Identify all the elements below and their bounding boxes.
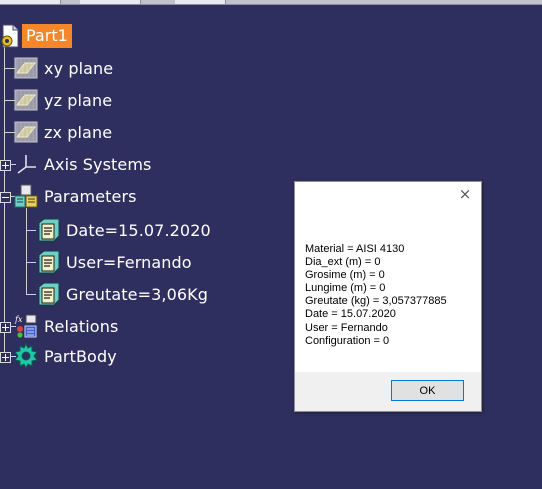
- tree-node-relations[interactable]: fx Relations: [14, 312, 118, 340]
- close-icon[interactable]: ×: [457, 186, 473, 202]
- expand-partbody-icon[interactable]: [0, 352, 11, 363]
- tree-line: [26, 294, 36, 295]
- message-line: Date = 15.07.2020: [305, 308, 396, 321]
- message-line: Configuration = 0: [305, 334, 390, 347]
- tree-node-label: Parameters: [44, 186, 137, 206]
- message-line: Material = AISI 4130: [305, 243, 405, 255]
- tree-node-xy-plane[interactable]: xy plane: [14, 54, 113, 82]
- message-line: Greutate (kg) = 3,057377885: [305, 295, 447, 308]
- tree-node-parameter-greutate[interactable]: Greutate=3,06Kg: [36, 280, 208, 308]
- tree-node-partbody[interactable]: PartBody: [14, 342, 117, 370]
- tree-node-parameter-date[interactable]: Date=15.07.2020: [36, 216, 211, 244]
- message-line: Lungime (m) = 0: [305, 282, 386, 295]
- message-line: User = Fernando: [305, 321, 388, 334]
- tree-line: [26, 208, 27, 294]
- axis-system-icon: [14, 152, 38, 176]
- tree-node-label: Greutate=3,06Kg: [66, 284, 208, 304]
- specification-tree: Part1 xy plane yz plane zx plane Axis Sy…: [0, 0, 260, 489]
- part-icon: [0, 24, 20, 48]
- tree-node-label: yz plane: [44, 90, 113, 110]
- dialog-message: Material = AISI 4130 Dia_ext (m) = 0 Gro…: [305, 243, 475, 348]
- tree-line: [26, 262, 36, 263]
- tree-line: [26, 230, 36, 231]
- tree-node-label: zx plane: [44, 122, 113, 142]
- plane-icon: [14, 57, 38, 79]
- tree-node-label: Date=15.07.2020: [66, 220, 211, 240]
- relations-icon: fx: [14, 314, 38, 338]
- part1-label: Part1: [22, 24, 72, 48]
- parameter-icon: [36, 282, 60, 306]
- tree-node-parameter-user[interactable]: User=Fernando: [36, 248, 192, 276]
- plane-icon: [14, 89, 38, 111]
- tree-node-label: PartBody: [44, 346, 117, 366]
- tree-node-label: Axis Systems: [44, 154, 152, 174]
- expand-relations-icon[interactable]: [0, 322, 11, 333]
- partbody-icon: [14, 342, 38, 370]
- tree-node-parameters[interactable]: Parameters: [14, 182, 137, 210]
- svg-text:fx: fx: [14, 315, 23, 324]
- ok-button[interactable]: OK: [391, 380, 464, 401]
- tree-node-label: User=Fernando: [66, 252, 192, 272]
- tree-node-zx-plane[interactable]: zx plane: [14, 118, 112, 146]
- parameters-icon: [14, 184, 38, 208]
- plane-icon: [14, 121, 38, 143]
- tree-node-part1[interactable]: Part1: [0, 22, 72, 50]
- message-dialog: × Material = AISI 4130 Dia_ext (m) = 0 G…: [294, 181, 482, 412]
- tree-node-axis-systems[interactable]: Axis Systems: [14, 150, 151, 178]
- message-line: Dia_ext (m) = 0: [305, 256, 381, 269]
- tree-node-label: Relations: [44, 316, 119, 336]
- parameter-icon: [36, 250, 60, 274]
- collapse-parameters-icon[interactable]: [0, 192, 11, 203]
- tree-node-label: xy plane: [44, 58, 114, 78]
- message-line: Grosime (m) = 0: [305, 269, 385, 282]
- dialog-footer: OK: [295, 372, 481, 411]
- parameter-icon: [36, 218, 60, 242]
- tree-node-yz-plane[interactable]: yz plane: [14, 86, 112, 114]
- expand-axis-systems-icon[interactable]: [0, 160, 11, 171]
